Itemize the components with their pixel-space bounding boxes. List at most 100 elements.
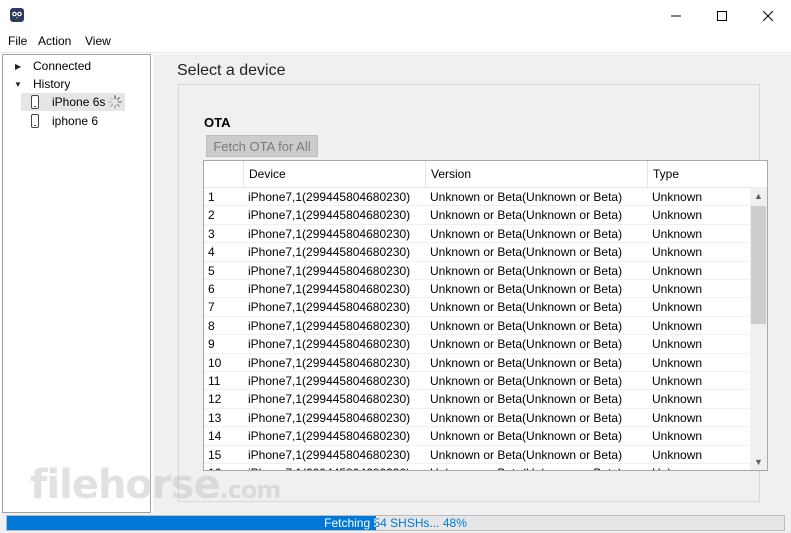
type-cell: Unknown [652,263,703,278]
table-row[interactable]: 14 iPhone7,1(299445804680230) Unknown or B… [204,427,749,446]
version-cell: Unknown or Beta(Unknown or Beta) [430,392,623,407]
row-index-cell: 6 [208,282,215,296]
device-cell: iPhone7,1(299445804680230) [248,208,411,223]
type-cell: Unknown [652,447,703,462]
tree-label-history: History [33,77,71,91]
row-index-cell: 14 [208,429,222,444]
device-cell: iPhone7,1(299445804680230) [248,447,411,462]
version-cell: Unknown or Beta(Unknown or Beta) [430,374,623,388]
tree-node-connected[interactable]: ▶ Connected [3,57,150,75]
row-index-cell: 13 [208,410,222,425]
row-index-cell: 1 [208,190,215,204]
type-cell: Unknown [652,300,703,315]
menu-file[interactable]: File [8,34,27,48]
table-row[interactable]: 1 iPhone7,1(299445804680230) Unknown or Be… [204,188,749,207]
device-cell: iPhone7,1(299445804680230) [248,374,411,388]
table-header: Device Version Type [204,161,749,188]
scroll-up-arrow-icon[interactable]: ▲ [750,187,767,204]
table-row[interactable]: 10 iPhone7,1(299445804680230) Unknown or B… [204,354,749,372]
type-cell: Unknown [652,464,702,470]
row-index-cell: 12 [208,392,222,407]
row-index-cell: 15 [208,447,222,462]
vertical-scrollbar[interactable]: ▲ ▼ [750,187,767,470]
device-cell: iPhone7,1(299445804680230) [248,263,411,278]
device-cell: iPhone7,1(299445804680230) [248,318,411,333]
watermark-brand: filehorse [30,462,221,508]
column-header-device[interactable]: Device [244,161,426,187]
row-index-cell: 5 [208,263,215,278]
type-cell: Unknown [652,374,703,388]
table-row[interactable]: 13 iPhone7,1(299445804680230) Unknown or B… [204,409,749,428]
device-cell: iPhone7,1(299445804680230) [248,190,411,204]
version-cell: Unknown or Beta(Unknown or Beta) [430,447,623,462]
device-name: iPhone 6s [52,95,106,109]
table-body: 1 iPhone7,1(299445804680230) Unknown or Be… [204,188,749,470]
device-cell: iPhone7,1(299445804680230) [248,226,411,241]
row-index-cell: 3 [208,226,215,241]
device-cell: iPhone7,1(299445804680230) [248,282,411,296]
fetch-ota-button[interactable]: Fetch OTA for All [206,135,318,157]
main-panel: Select a device OTA Fetch OTA for All De… [153,54,791,513]
table-row[interactable]: 2 iPhone7,1(299445804680230) Unknown or Be… [204,206,749,225]
collapsed-arrow-icon[interactable]: ▶ [15,62,21,71]
device-cell: iPhone7,1(299445804680230) [248,429,411,444]
table-row[interactable]: 8 iPhone7,1(299445804680230) Unknown or Be… [204,317,749,336]
table-row[interactable]: 9 iPhone7,1(299445804680230) Unknown or Be… [204,335,749,354]
phone-icon [31,95,39,109]
row-index-cell: 4 [208,245,215,260]
type-cell: Unknown [652,410,703,425]
row-index-cell: 2 [208,208,215,223]
tree-label-connected: Connected [33,59,92,73]
scroll-thumb[interactable] [751,206,766,324]
table-row[interactable]: 15 iPhone7,1(299445804680230) Unknown or B… [204,446,749,464]
device-cell: iPhone7,1(299445804680230) [248,245,411,260]
version-cell: Unknown or Beta(Unknown or Beta) [430,208,623,223]
version-cell: Unknown or Beta(Unknown or Beta) [430,300,623,315]
ota-heading: OTA [204,115,231,130]
device-cell: iPhone7,1(299445804680230) [248,392,411,407]
table-row[interactable]: 16iPhone7,1(299445804680230)Unknown or B… [204,464,749,470]
loading-spinner-icon [108,95,122,112]
device-cell: iPhone7,1(299445804680230) [248,355,411,370]
version-cell: Unknown or Beta(Unknown or Beta) [430,429,623,444]
version-cell: Unknown or Beta(Unknown or Beta) [430,226,623,241]
version-cell: Unknown or Beta(Unknown or Beta) [430,464,622,470]
progress-text-overlay: Fetching 54 SHSHs... 48% [7,516,376,530]
menu-action[interactable]: Action [38,34,71,48]
scroll-down-arrow-icon[interactable]: ▼ [750,453,767,470]
type-cell: Unknown [652,190,703,204]
table-row[interactable]: 12 iPhone7,1(299445804680230) Unknown or B… [204,390,749,409]
row-index-cell: 10 [208,355,222,370]
table-row[interactable]: 4 iPhone7,1(299445804680230) Unknown or Be… [204,243,749,262]
tree-node-history[interactable]: ▼ History [3,75,150,93]
version-cell: Unknown or Beta(Unknown or Beta) [430,190,623,204]
progress-text-inverted: Fetching 54 SHSHs... 48% [324,516,376,530]
watermark-suffix: .com [219,476,282,504]
minimize-button[interactable] [653,0,699,31]
owl-app-icon [9,7,25,23]
menu-view[interactable]: View [85,34,111,48]
tree-item-iphone-6s[interactable]: iPhone 6s [21,93,125,111]
type-cell: Unknown [652,392,703,407]
column-header-version[interactable]: Version [426,161,648,187]
tree-item-iphone-6[interactable]: iphone 6 [21,112,111,130]
table-row[interactable]: 11 iPhone7,1(299445804680230) Unknown or B… [204,372,749,391]
expanded-arrow-icon[interactable]: ▼ [14,80,22,89]
table-row[interactable]: 5 iPhone7,1(299445804680230) Unknown or Be… [204,262,749,280]
table-row[interactable]: 6 iPhone7,1(299445804680230) Unknown or Be… [204,280,749,299]
row-index-cell: 11 [208,374,221,388]
table-row[interactable]: 3 iPhone7,1(299445804680230) Unknown or Be… [204,225,749,244]
phone-icon [31,114,39,128]
column-header-index[interactable] [204,161,244,187]
version-cell: Unknown or Beta(Unknown or Beta) [430,355,623,370]
version-cell: Unknown or Beta(Unknown or Beta) [430,245,623,260]
status-bar: Fetching 54 SHSHs... 48% Fetching 54 SHS… [0,513,791,533]
version-cell: Unknown or Beta(Unknown or Beta) [430,318,623,333]
type-cell: Unknown [652,208,703,223]
close-button[interactable] [745,0,791,31]
column-header-type[interactable]: Type [648,161,749,187]
table-row[interactable]: 7 iPhone7,1(299445804680230) Unknown or Be… [204,298,749,317]
row-index-cell: 8 [208,318,215,333]
maximize-button[interactable] [699,0,745,31]
row-index-cell: 9 [208,337,215,352]
